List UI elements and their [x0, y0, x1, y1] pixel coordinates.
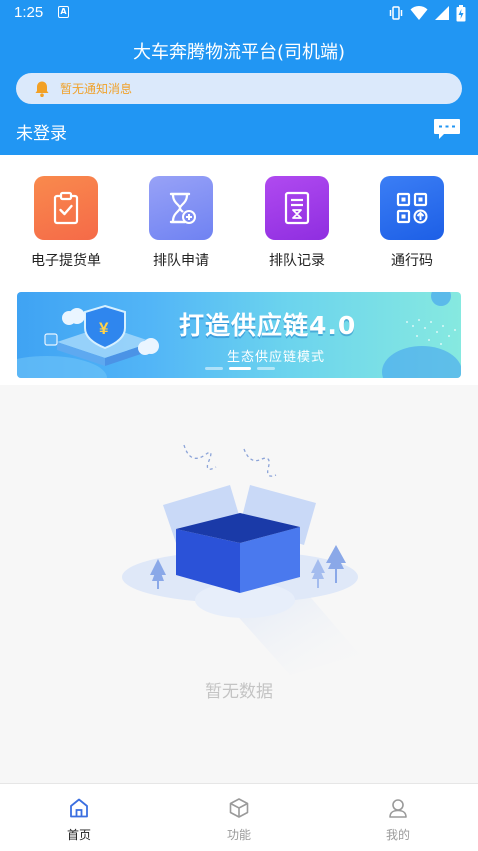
status-icons [388, 4, 466, 22]
login-status[interactable]: 未登录 [16, 119, 67, 144]
banner-section: ¥ 打造供应链4.0 生态供应链模式 [0, 285, 478, 385]
home-icon [67, 796, 91, 820]
tab-label: 我的 [385, 828, 410, 842]
tab-home[interactable]: 首页 [39, 796, 119, 843]
clipboard-check-icon [34, 176, 98, 240]
func-label: 排队申请 [153, 253, 209, 269]
document-list-icon [265, 176, 329, 240]
notification-a-icon: A [58, 6, 69, 18]
app-title: 大车奔腾物流平台(司机端) [132, 42, 346, 63]
notice-bar[interactable]: 暂无通知消息 [16, 73, 462, 104]
tab-mine[interactable]: 我的 [358, 796, 438, 843]
user-icon [386, 796, 410, 820]
hourglass-plus-icon [149, 176, 213, 240]
carousel-dot[interactable] [257, 367, 275, 370]
battery-icon [456, 4, 466, 21]
func-label: 通行码 [391, 253, 433, 269]
box-icon [227, 796, 251, 820]
func-e-delivery-note[interactable]: 电子提货单 [16, 176, 116, 270]
carousel-dot[interactable] [205, 367, 223, 370]
tab-label: 功能 [226, 828, 251, 842]
status-bar: 1:25 A [0, 0, 478, 26]
func-label: 电子提货单 [31, 253, 101, 269]
func-queue-apply[interactable]: 排队申请 [131, 176, 231, 270]
banner-subtitle: 生态供应链模式 [227, 350, 326, 365]
carousel-indicator [205, 367, 275, 370]
bell-icon [32, 79, 52, 99]
qr-code-icon [380, 176, 444, 240]
svg-text:¥: ¥ [99, 319, 109, 338]
status-time: 1:25 [14, 4, 44, 21]
carousel-dot-active[interactable] [229, 367, 251, 370]
empty-text: 暂无数据 [205, 682, 273, 702]
banner-title: 打造供应链4.0 [179, 311, 357, 340]
tab-functions[interactable]: 功能 [199, 796, 279, 843]
vibrate-icon [389, 6, 403, 20]
bottom-tab-bar: 首页 功能 我的 [0, 783, 478, 851]
func-pass-code[interactable]: 通行码 [362, 176, 462, 270]
banner-carousel[interactable]: ¥ 打造供应链4.0 生态供应链模式 [17, 292, 461, 378]
signal-icon [435, 6, 449, 20]
empty-state: 暂无数据 [0, 385, 478, 783]
header: 1:25 A 大车奔腾物流平台(司机端) 暂无通知消息 未登录 [0, 0, 478, 155]
func-label: 排队记录 [269, 253, 325, 269]
wifi-icon [410, 5, 428, 20]
func-queue-record[interactable]: 排队记录 [247, 176, 347, 270]
function-grid: 电子提货单 排队申请 排队记录 通行码 [0, 155, 478, 285]
empty-box-illustration [122, 444, 360, 675]
tab-label: 首页 [66, 828, 91, 842]
message-icon[interactable] [433, 118, 461, 140]
notice-text: 暂无通知消息 [60, 82, 133, 96]
